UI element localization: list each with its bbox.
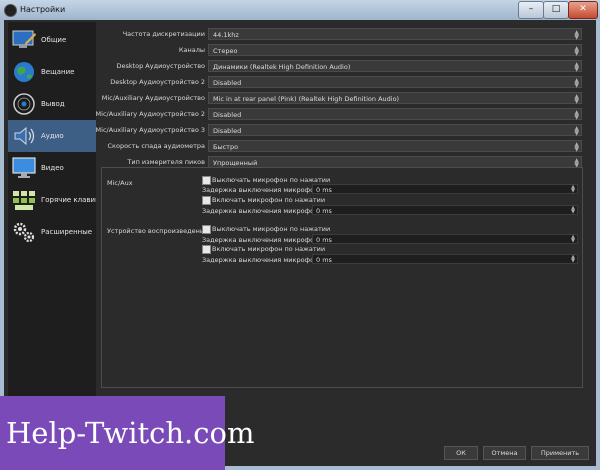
- mic-aux-label: Mic/Aux: [107, 179, 133, 187]
- sidebar-item-label: Общие: [41, 36, 67, 44]
- mic-audio-3-label: Mic/Auxiliary Аудиоустройство 3: [95, 126, 205, 134]
- playback-device-label: Устройство воспроизведения: [107, 227, 209, 235]
- window-title: Настройки: [20, 5, 66, 14]
- channels-select[interactable]: Стерео ▲ ▼: [208, 44, 582, 57]
- hotkeys-group: [101, 167, 583, 388]
- spin-arrows-icon[interactable]: ▲ ▼: [571, 206, 575, 215]
- globe-icon: [14, 62, 34, 82]
- sidebar-item-label: Видео: [41, 164, 64, 172]
- peak-meter-value: Упрощенный: [213, 158, 258, 167]
- watermark-text: Help-Twitch.com: [6, 416, 255, 450]
- playback-mute-delay-input[interactable]: 0 ms ▲ ▼: [312, 234, 578, 244]
- mic-audio-select[interactable]: Mic in at rear panel (Pink) (Realtek Hig…: [208, 92, 582, 105]
- mic-audio-2-value: Disabled: [213, 110, 242, 119]
- desktop-audio-value: Динамики (Realtek High Definition Audio): [213, 62, 351, 71]
- delay-value: 0 ms: [316, 236, 332, 244]
- close-button[interactable]: ✕: [568, 1, 598, 19]
- mic-audio-2-label: Mic/Auxiliary Аудиоустройство 2: [95, 110, 205, 118]
- apply-button[interactable]: Применить: [531, 446, 589, 460]
- minimize-button[interactable]: –: [518, 1, 544, 19]
- mic-audio-3-value: Disabled: [213, 126, 242, 135]
- sidebar-item-label: Вещание: [41, 68, 75, 76]
- sidebar-item-audio[interactable]: Аудио: [8, 120, 96, 152]
- mic-aux-unmute-delay-label: Задержка выключения микрофона: [202, 207, 323, 215]
- chevron-up-down-icon: ▲ ▼: [574, 45, 579, 57]
- checkbox[interactable]: [202, 196, 211, 205]
- chevron-up-down-icon: ▲ ▼: [574, 109, 579, 121]
- playback-unmute-delay-label: Задержка выключения микрофона: [202, 256, 323, 264]
- meter-decay-label: Скорость спада аудиометра: [107, 142, 205, 150]
- keyboard-icon: [13, 191, 35, 210]
- sidebar-item-output[interactable]: Вывод: [8, 88, 96, 120]
- sidebar-item-hotkeys[interactable]: Горячие клавиши: [8, 184, 96, 216]
- watermark-banner: Help-Twitch.com: [0, 396, 254, 470]
- delay-value: 0 ms: [316, 186, 332, 194]
- chevron-up-down-icon: ▲ ▼: [574, 77, 579, 89]
- checkbox[interactable]: [202, 245, 211, 254]
- sidebar-item-advanced[interactable]: Расширенные: [8, 216, 96, 248]
- sidebar-item-stream[interactable]: Вещание: [8, 56, 96, 88]
- channels-value: Стерео: [213, 46, 238, 55]
- sample-rate-label: Частота дискретизации: [122, 30, 205, 38]
- spin-arrows-icon[interactable]: ▲ ▼: [571, 235, 575, 244]
- checkbox-label: Включать микрофон по нажатии: [212, 196, 326, 204]
- peak-meter-label: Тип измерителя пиков: [127, 158, 205, 166]
- ok-button[interactable]: ОК: [444, 446, 478, 460]
- mic-audio-label: Mic/Auxiliary Аудиоустройство: [101, 94, 205, 102]
- mic-audio-3-select[interactable]: Disabled ▲ ▼: [208, 124, 582, 137]
- sidebar-item-label: Вывод: [41, 100, 65, 108]
- settings-sidebar: Общие Вещание Вывод Аудио Видео Горячие …: [8, 22, 96, 442]
- broadcast-icon: [13, 93, 35, 115]
- desktop-audio-2-label: Desktop Аудиоустройство 2: [110, 78, 205, 86]
- checkbox-label: Выключать микрофон по нажатии: [212, 225, 331, 233]
- chevron-up-down-icon: ▲ ▼: [574, 125, 579, 137]
- playback-unmute-delay-input[interactable]: 0 ms ▲ ▼: [312, 254, 578, 264]
- sample-rate-select[interactable]: 44.1khz ▲ ▼: [208, 28, 582, 41]
- chevron-up-down-icon: ▲ ▼: [574, 141, 579, 153]
- desktop-audio-2-select[interactable]: Disabled ▲ ▼: [208, 76, 582, 89]
- meter-decay-select[interactable]: Быстро ▲ ▼: [208, 140, 582, 153]
- meter-decay-value: Быстро: [213, 142, 239, 151]
- title-bar: Настройки – □ ✕: [0, 0, 600, 20]
- checkbox-label: Включать микрофон по нажатии: [212, 245, 326, 253]
- cancel-button[interactable]: Отмена: [483, 446, 526, 460]
- delay-value: 0 ms: [316, 256, 332, 264]
- chevron-up-down-icon: ▲ ▼: [574, 61, 579, 73]
- maximize-button[interactable]: □: [543, 1, 569, 19]
- obs-logo-icon: [4, 4, 17, 17]
- sidebar-item-label: Горячие клавиши: [41, 196, 96, 204]
- delay-value: 0 ms: [316, 207, 332, 215]
- chevron-up-down-icon: ▲ ▼: [574, 93, 579, 105]
- chevron-up-down-icon: ▲ ▼: [574, 29, 579, 41]
- sample-rate-value: 44.1khz: [213, 30, 239, 39]
- desktop-audio-2-value: Disabled: [213, 78, 242, 87]
- mic-aux-unmute-delay-input[interactable]: 0 ms ▲ ▼: [312, 205, 578, 215]
- checkbox[interactable]: [202, 176, 211, 185]
- mic-audio-2-select[interactable]: Disabled ▲ ▼: [208, 108, 582, 121]
- sidebar-item-label: Расширенные: [41, 228, 93, 236]
- sidebar-item-label: Аудио: [41, 132, 64, 140]
- channels-label: Каналы: [178, 46, 205, 54]
- desktop-audio-label: Desktop Аудиоустройство: [116, 62, 205, 70]
- desktop-audio-select[interactable]: Динамики (Realtek High Definition Audio)…: [208, 60, 582, 73]
- mic-aux-mute-delay-label: Задержка выключения микрофона: [202, 186, 323, 194]
- gears-icon: [13, 222, 35, 243]
- spin-arrows-icon[interactable]: ▲ ▼: [571, 255, 575, 264]
- checkbox[interactable]: [202, 225, 211, 234]
- mic-aux-mute-delay-input[interactable]: 0 ms ▲ ▼: [312, 184, 578, 194]
- mic-audio-value: Mic in at rear panel (Pink) (Realtek Hig…: [213, 94, 400, 103]
- playback-mute-delay-label: Задержка выключения микрофона: [202, 236, 323, 244]
- sidebar-item-general[interactable]: Общие: [8, 24, 96, 56]
- monitor-icon: [12, 157, 36, 178]
- monitor-pencil-icon: [12, 30, 36, 48]
- spin-arrows-icon[interactable]: ▲ ▼: [571, 185, 575, 194]
- speaker-icon: [14, 126, 35, 146]
- checkbox-label: Выключать микрофон по нажатии: [212, 176, 331, 184]
- sidebar-item-video[interactable]: Видео: [8, 152, 96, 184]
